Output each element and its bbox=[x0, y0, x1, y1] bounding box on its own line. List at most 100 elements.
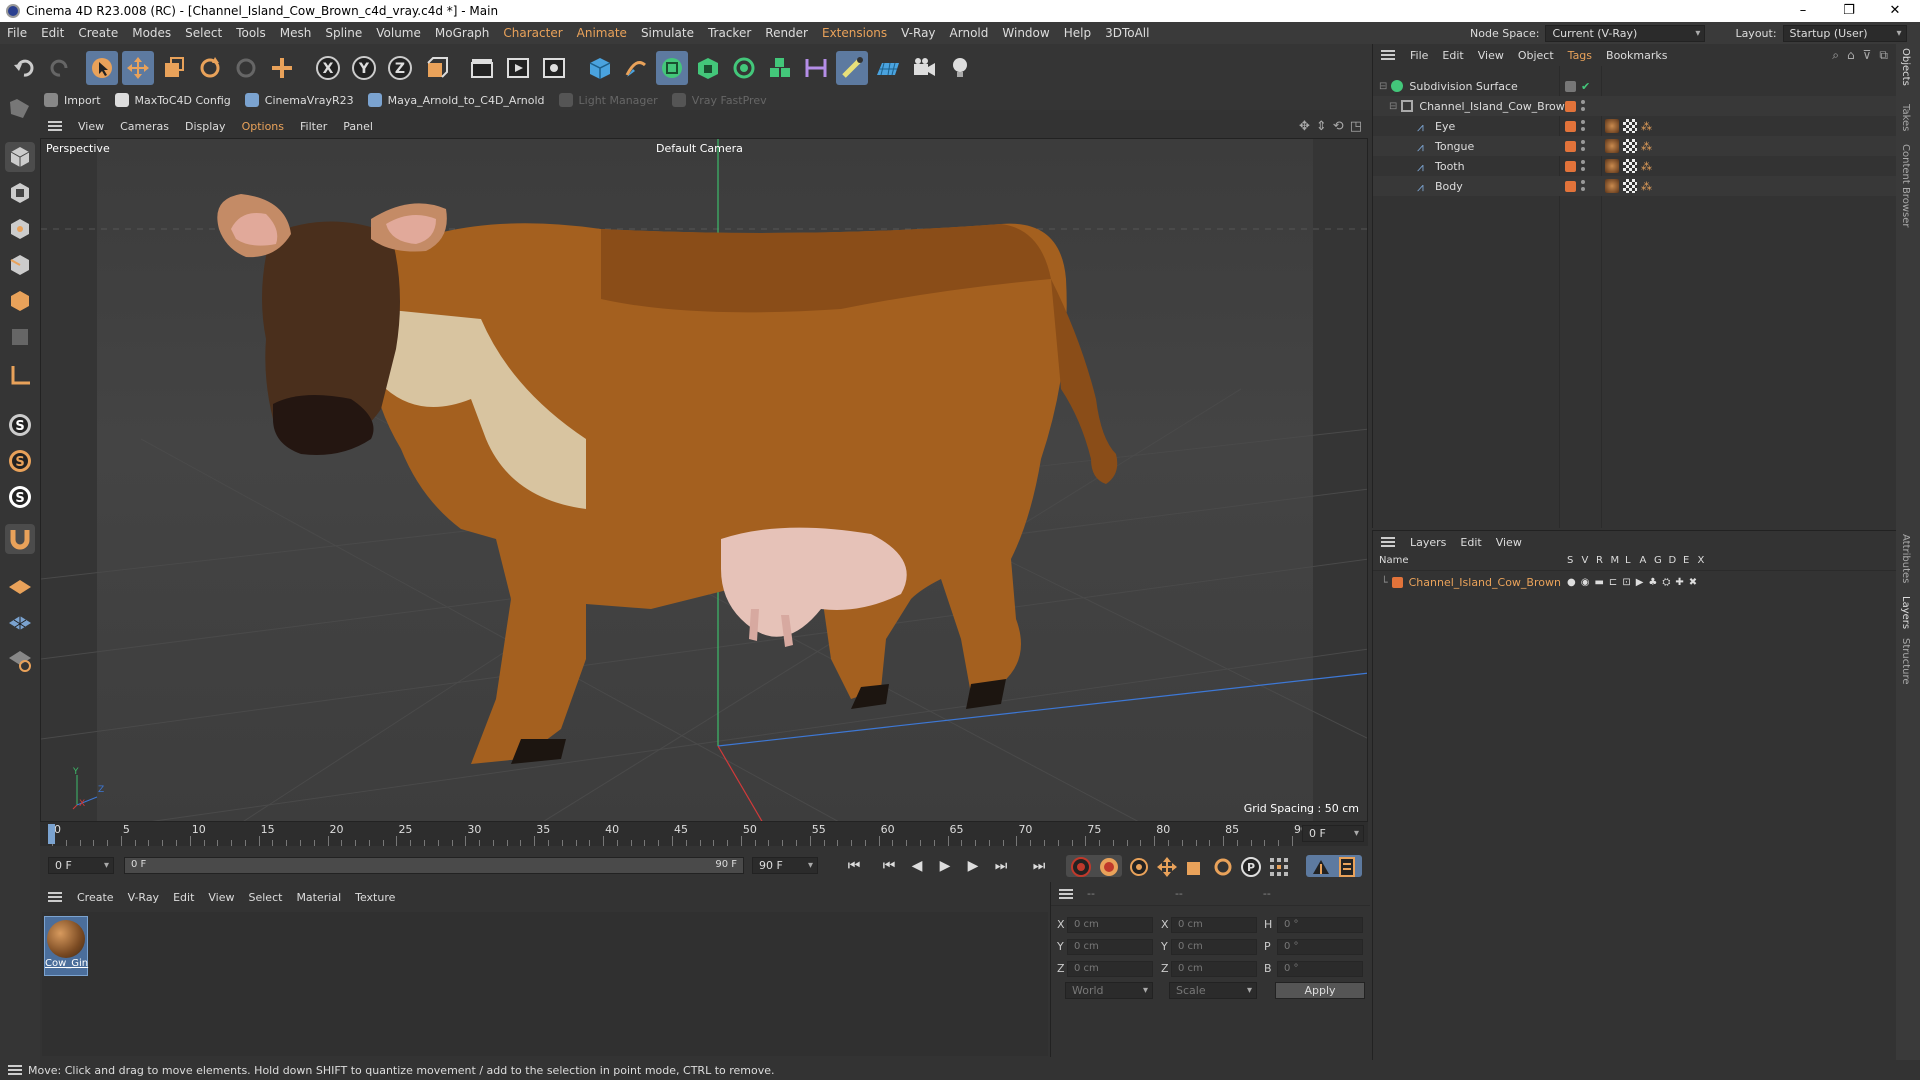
render-settings-button[interactable] bbox=[538, 51, 570, 85]
solo-icon[interactable]: ● bbox=[1567, 577, 1576, 588]
viewport-menu-view[interactable]: View bbox=[70, 120, 112, 133]
timeline-ruler[interactable]: 0 5 10 15 20 25 30 35 40 45 50 55 60 65 70 75 80 85 90 0 F bbox=[40, 822, 1368, 846]
layer-col-a[interactable]: A bbox=[1640, 555, 1647, 566]
selection-tag-icon[interactable]: ⁂ bbox=[1641, 180, 1652, 193]
workplane-button[interactable] bbox=[5, 570, 35, 600]
locked-workplane-button[interactable] bbox=[5, 644, 35, 674]
manager-icon[interactable]: ⊏ bbox=[1609, 577, 1617, 588]
mat-menu-edit[interactable]: Edit bbox=[166, 891, 201, 904]
quantize-button[interactable]: S bbox=[5, 482, 35, 512]
timeline-window-icon[interactable] bbox=[1336, 856, 1358, 878]
subdivision-button[interactable] bbox=[656, 51, 688, 85]
mat-menu-view[interactable]: View bbox=[201, 891, 241, 904]
parameter-key-icon[interactable]: P bbox=[1240, 856, 1262, 878]
om-menu-view[interactable]: View bbox=[1471, 49, 1511, 62]
tab-layers[interactable]: Layers bbox=[1900, 596, 1911, 629]
visibility-dots-icon[interactable] bbox=[1581, 140, 1585, 152]
cube-button[interactable] bbox=[584, 51, 616, 85]
field-button[interactable] bbox=[836, 51, 868, 85]
uvw-tag-icon[interactable] bbox=[1623, 139, 1637, 153]
previous-key-icon[interactable]: ⏮ bbox=[878, 855, 900, 877]
material-tag-icon[interactable] bbox=[1605, 159, 1619, 173]
render-view-button[interactable] bbox=[502, 51, 534, 85]
axis-mode-button[interactable] bbox=[5, 360, 35, 390]
layout-dropdown[interactable]: Startup (User) bbox=[1782, 24, 1907, 42]
viewport-hamburger-icon[interactable] bbox=[48, 121, 62, 131]
deformer-button[interactable] bbox=[800, 51, 832, 85]
point-mode-button[interactable] bbox=[5, 214, 35, 244]
rotate-view-icon[interactable]: ⟲ bbox=[1333, 119, 1344, 134]
position-key-icon[interactable] bbox=[1156, 856, 1178, 878]
pos-z-field[interactable]: 0 cm bbox=[1067, 961, 1153, 977]
dolly-view-icon[interactable]: ⇕ bbox=[1316, 119, 1327, 134]
layer-color-icon[interactable] bbox=[1565, 160, 1576, 172]
layer-col-x[interactable]: X bbox=[1698, 555, 1705, 566]
undo-button[interactable] bbox=[8, 51, 40, 85]
mat-menu-create[interactable]: Create bbox=[70, 891, 121, 904]
view-eye-icon[interactable]: ◉ bbox=[1581, 577, 1590, 588]
uvw-tag-icon[interactable] bbox=[1623, 159, 1637, 173]
search-icon[interactable]: ⌕ bbox=[1832, 48, 1839, 63]
material-hamburger-icon[interactable] bbox=[48, 892, 62, 902]
go-to-start-icon[interactable]: ⏮ bbox=[843, 855, 865, 877]
layer-col-v[interactable]: V bbox=[1582, 555, 1589, 566]
render-region-button[interactable] bbox=[466, 51, 498, 85]
uvw-tag-icon[interactable] bbox=[1623, 119, 1637, 133]
generators-icon[interactable]: ♣ bbox=[1648, 577, 1657, 588]
uv-mode-button[interactable] bbox=[5, 322, 35, 352]
material-tag-icon[interactable] bbox=[1605, 139, 1619, 153]
object-mode-button[interactable] bbox=[5, 142, 35, 172]
menu-render[interactable]: Render bbox=[758, 26, 815, 40]
tab-attributes[interactable]: Attributes bbox=[1900, 534, 1911, 583]
redo-button[interactable] bbox=[44, 51, 76, 85]
camera-label[interactable]: Default Camera bbox=[656, 142, 743, 155]
layer-menu-layers[interactable]: Layers bbox=[1403, 536, 1453, 549]
menu-mesh[interactable]: Mesh bbox=[273, 26, 319, 40]
menu-select[interactable]: Select bbox=[178, 26, 229, 40]
tab-objects[interactable]: Objects bbox=[1900, 48, 1911, 86]
om-menu-bookmarks[interactable]: Bookmarks bbox=[1599, 49, 1674, 62]
z-axis-button[interactable]: Z bbox=[384, 51, 416, 85]
y-axis-button[interactable]: Y bbox=[348, 51, 380, 85]
start-frame-field[interactable]: 0 F bbox=[48, 857, 114, 874]
om-menu-tags[interactable]: Tags bbox=[1561, 49, 1599, 62]
object-row-eye[interactable]: ⩘ Eye ⁂ bbox=[1373, 116, 1897, 136]
material-tag-icon[interactable] bbox=[1605, 119, 1619, 133]
locked-icon[interactable]: ⊡ bbox=[1622, 577, 1630, 588]
rot-b-field[interactable]: 0 ° bbox=[1277, 961, 1363, 977]
size-mode-dropdown[interactable]: Scale bbox=[1169, 982, 1257, 999]
layer-color-icon[interactable] bbox=[1565, 120, 1576, 132]
object-row-tooth[interactable]: ⩘ Tooth ⁂ bbox=[1373, 156, 1897, 176]
layer-menu-view[interactable]: View bbox=[1489, 536, 1529, 549]
coordinates-hamburger-icon[interactable] bbox=[1059, 888, 1073, 899]
object-row-subdivision[interactable]: ⊟ Subdivision Surface ✔ bbox=[1373, 76, 1897, 96]
om-menu-object[interactable]: Object bbox=[1511, 49, 1561, 62]
layer-col-d[interactable]: D bbox=[1669, 555, 1677, 566]
rot-p-field[interactable]: 0 ° bbox=[1277, 939, 1363, 955]
collapse-icon[interactable]: ⊟ bbox=[1389, 101, 1397, 112]
mat-menu-material[interactable]: Material bbox=[289, 891, 348, 904]
object-row-cow[interactable]: ⊟ Channel_Island_Cow_Brown bbox=[1373, 96, 1897, 116]
vray-fastprev-button[interactable]: Vray FastPrev bbox=[671, 93, 767, 107]
menu-extensions[interactable]: Extensions bbox=[815, 26, 894, 40]
menu-tools[interactable]: Tools bbox=[229, 26, 273, 40]
layer-col-l[interactable]: L bbox=[1625, 555, 1631, 566]
texture-mode-button[interactable] bbox=[5, 178, 35, 208]
filter-icon[interactable]: ⊽ bbox=[1863, 48, 1872, 63]
layer-color-swatch[interactable] bbox=[1391, 576, 1403, 588]
magnet-button[interactable] bbox=[5, 524, 35, 554]
layer-menu-edit[interactable]: Edit bbox=[1453, 536, 1488, 549]
keyframe-selection-icon[interactable] bbox=[1128, 856, 1150, 878]
apply-button[interactable]: Apply bbox=[1275, 982, 1365, 999]
layer-color-icon[interactable] bbox=[1565, 80, 1576, 92]
next-frame-icon[interactable]: ▶ bbox=[962, 855, 984, 877]
layer-color-icon[interactable] bbox=[1565, 180, 1576, 192]
layer-color-icon[interactable] bbox=[1565, 140, 1576, 152]
deformers-icon[interactable]: ⛭ bbox=[1662, 577, 1670, 588]
snap-button[interactable]: S bbox=[5, 410, 35, 440]
autokey-icon[interactable] bbox=[1098, 856, 1120, 878]
go-to-end-icon[interactable]: ⏭ bbox=[1028, 855, 1050, 877]
object-row-tongue[interactable]: ⩘ Tongue ⁂ bbox=[1373, 136, 1897, 156]
maxtoc4d-config-button[interactable]: MaxToC4D Config bbox=[114, 93, 231, 107]
light-button[interactable] bbox=[944, 51, 976, 85]
